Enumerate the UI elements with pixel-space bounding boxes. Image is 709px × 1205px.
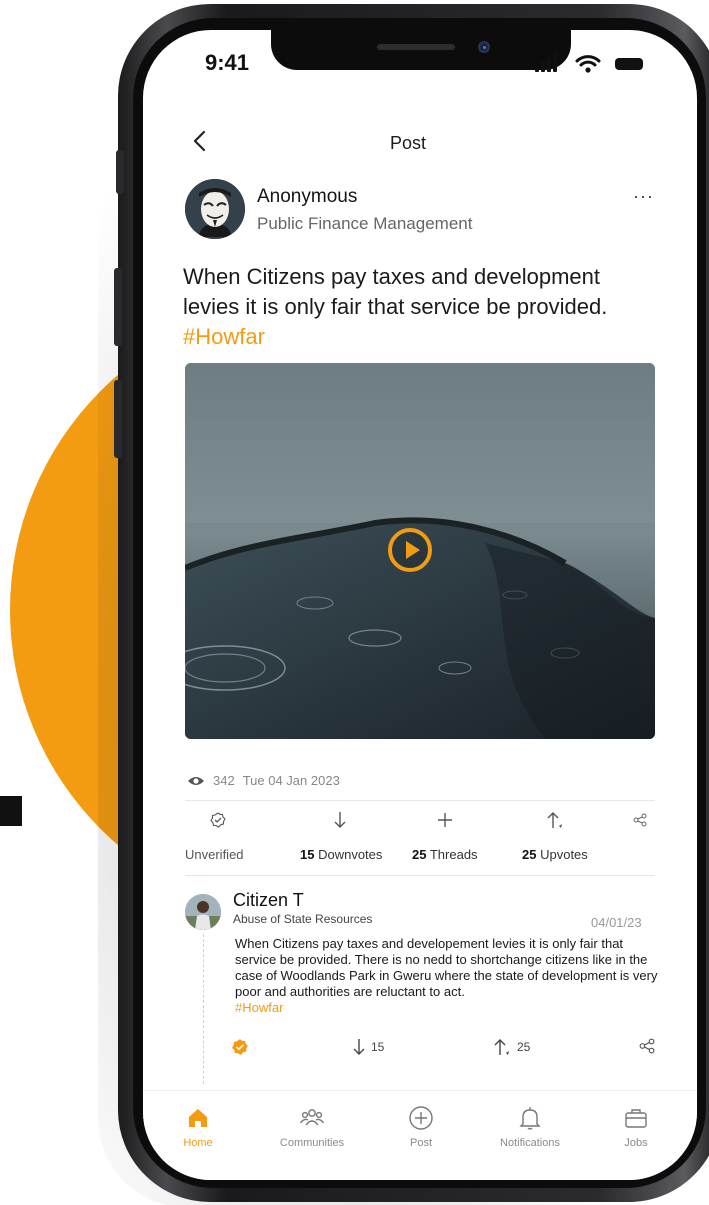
tab-label: Home (183, 1137, 213, 1149)
eye-icon (188, 776, 204, 785)
author-name[interactable]: Anonymous (257, 186, 357, 208)
comment-downvote-button[interactable]: 15 (353, 1038, 384, 1056)
mute-switch (116, 150, 124, 194)
signal-bar (547, 58, 551, 72)
author-avatar[interactable] (185, 179, 245, 239)
downvote-button[interactable] (325, 808, 355, 832)
downvote-stat: 15 Downvotes (300, 847, 382, 862)
background-black-block (0, 796, 22, 826)
arrow-up-icon (547, 812, 562, 828)
page-title: Post (389, 133, 427, 153)
comment-actions: 15 25 (231, 1038, 661, 1060)
upvote-stat: 25 Upvotes (522, 847, 588, 862)
bottom-tab-bar: Home Communities Post Notifications Jobs (143, 1090, 697, 1180)
downvote-label: Downvotes (318, 847, 383, 862)
person-avatar-image (185, 894, 221, 930)
arrow-down-icon (353, 1039, 365, 1055)
comment-text: When Citizens pay taxes and developement… (235, 936, 660, 1016)
signal-bar (541, 62, 545, 72)
comment-upvote-count: 25 (517, 1040, 531, 1054)
downvote-count: 15 (300, 847, 315, 862)
post-body: When Citizens pay taxes and development … (183, 264, 608, 319)
upvote-count: 25 (522, 847, 537, 862)
bell-icon (519, 1107, 541, 1130)
notch (271, 30, 571, 70)
volume-up-button (114, 268, 122, 346)
tab-label: Jobs (624, 1137, 648, 1149)
briefcase-icon (625, 1109, 647, 1128)
share-icon (633, 813, 647, 827)
speaker-grille (377, 44, 455, 50)
comment-avatar[interactable] (185, 894, 221, 930)
share-button[interactable] (625, 808, 655, 832)
mask-avatar-image (185, 179, 245, 239)
battery-icon (615, 58, 643, 70)
home-icon (189, 1109, 207, 1127)
comment-community[interactable]: Abuse of State Resources (233, 912, 372, 926)
author-community[interactable]: Public Finance Management (257, 214, 472, 234)
comment-hashtag[interactable]: #Howfar (235, 1000, 283, 1015)
verification-status: Unverified (185, 847, 244, 862)
signal-bar (535, 66, 539, 72)
front-camera (478, 41, 490, 53)
thread-line (203, 934, 204, 1084)
thread-stat: 25 Threads (412, 847, 478, 862)
play-button[interactable] (388, 528, 432, 572)
post-text: When Citizens pay taxes and development … (183, 262, 623, 352)
more-options-icon[interactable]: ··· (633, 186, 654, 207)
tab-post[interactable]: Post (376, 1105, 466, 1149)
communities-icon (299, 1109, 325, 1126)
status-time: 9:41 (205, 50, 250, 75)
thread-button[interactable] (430, 808, 460, 832)
post-hashtag[interactable]: #Howfar (183, 324, 265, 349)
comment-upvote-button[interactable]: 25 (493, 1038, 530, 1056)
tab-jobs[interactable]: Jobs (591, 1105, 681, 1149)
volume-down-button (114, 380, 122, 458)
comment-share-button[interactable] (639, 1038, 655, 1054)
upvote-button[interactable] (540, 808, 570, 832)
tab-label: Post (409, 1137, 432, 1149)
wifi-icon (575, 55, 601, 73)
comment-body: When Citizens pay taxes and developement… (235, 936, 658, 999)
divider (185, 875, 655, 876)
status-icons (535, 52, 655, 74)
tab-notifications[interactable]: Notifications (485, 1105, 575, 1149)
share-icon (639, 1038, 655, 1054)
plus-icon (438, 813, 452, 827)
view-count: 342 (213, 773, 235, 788)
thread-count: 25 (412, 847, 427, 862)
comment-verified-badge[interactable] (231, 1038, 249, 1056)
tab-label: Notifications (500, 1137, 560, 1149)
tab-home[interactable]: Home (153, 1105, 243, 1149)
verified-badge-icon (210, 812, 226, 828)
upvote-label: Upvotes (540, 847, 588, 862)
comment-downvote-count: 15 (371, 1040, 385, 1054)
add-circle-icon (409, 1106, 433, 1130)
tab-label: Communities (279, 1137, 345, 1149)
arrow-down-icon (334, 812, 346, 828)
post-date: Tue 04 Jan 2023 (242, 773, 340, 788)
tab-communities[interactable]: Communities (267, 1105, 357, 1149)
app-screen: 9:41 Post Anonymous Public Finance Manag… (143, 30, 697, 1180)
arrow-up-icon (494, 1039, 509, 1055)
post-video[interactable] (185, 363, 655, 739)
verified-badge-icon (232, 1039, 248, 1055)
divider (185, 800, 655, 801)
comment-author[interactable]: Citizen T (233, 890, 304, 911)
verify-button[interactable] (203, 808, 233, 832)
post-meta: 342 Tue 04 Jan 2023 (187, 773, 340, 788)
comment-date: 04/01/23 (591, 915, 642, 930)
post-actions (185, 808, 655, 834)
thread-label: Threads (429, 847, 478, 862)
signal-bar (553, 54, 557, 72)
